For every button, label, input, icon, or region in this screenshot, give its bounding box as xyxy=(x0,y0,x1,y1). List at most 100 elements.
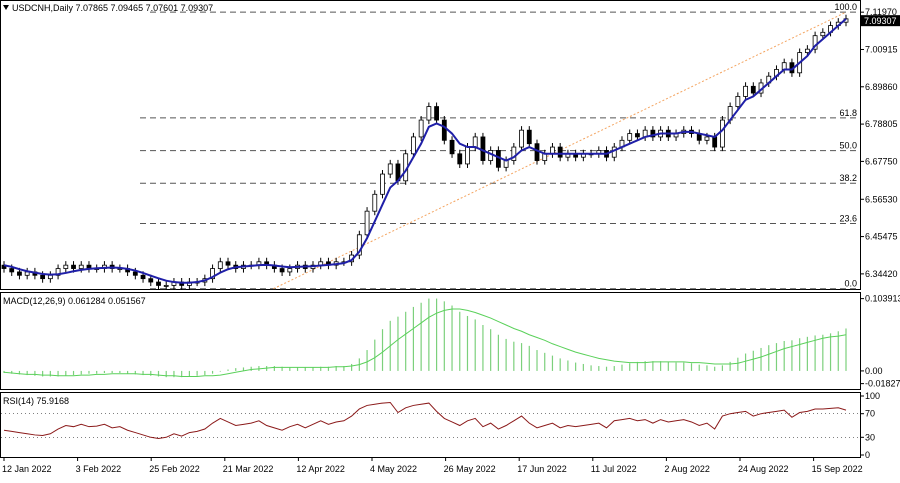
candle xyxy=(550,143,555,158)
candle xyxy=(526,126,532,148)
candle xyxy=(696,129,702,145)
chart-window: 100.0 61.8 50.0 38.2 23.6 0.0 7.11970 7.00915 6… xyxy=(0,0,900,478)
candle xyxy=(580,149,586,162)
rsi-axis: 100 70 30 0 xyxy=(860,391,880,460)
date-tick-label: 11 Jul 2022 xyxy=(591,464,637,474)
candle xyxy=(380,170,385,199)
current-price-label: 7.09307 xyxy=(864,16,897,26)
candle xyxy=(372,190,378,216)
candle xyxy=(179,277,185,290)
price-tick-label: 6.67750 xyxy=(865,156,898,166)
candle xyxy=(743,82,748,101)
candle-body xyxy=(712,136,718,148)
candle-body xyxy=(542,153,548,161)
candle xyxy=(55,264,61,280)
candle xyxy=(441,116,447,145)
date-tick-label: 24 Aug 2022 xyxy=(738,464,789,474)
candle-body xyxy=(279,268,285,273)
candles xyxy=(1,14,849,290)
fib-level-label: 0.0 xyxy=(844,279,857,289)
date-tick-label: 25 Feb 2022 xyxy=(149,464,200,474)
chart-canvas: 100.061.850.038.223.60.0 7.119707.009156… xyxy=(0,0,900,474)
candle-body xyxy=(704,136,710,141)
date-tick-label: 21 Mar 2022 xyxy=(223,464,274,474)
candle-body xyxy=(156,281,161,286)
candle-body xyxy=(434,106,439,121)
rsi-label: RSI(14) 75.9168 xyxy=(3,396,69,406)
candle-body xyxy=(78,264,84,269)
date-tick-label: 26 May 2022 xyxy=(444,464,496,474)
candle xyxy=(186,277,192,290)
candle-body xyxy=(465,146,470,165)
macd-panel-border xyxy=(0,292,861,390)
candle xyxy=(596,146,602,158)
candle-body xyxy=(426,106,432,121)
candle-body xyxy=(557,146,563,158)
candle-body xyxy=(735,96,741,107)
candle-body xyxy=(225,261,231,266)
candle xyxy=(210,264,215,283)
price-tick-label: 6.89860 xyxy=(865,82,898,92)
macd-label: MACD(12,26,9) 0.061284 0.051567 xyxy=(3,296,146,306)
candle xyxy=(356,230,362,260)
fib-level-label: 100.0 xyxy=(834,2,857,12)
candle-body xyxy=(148,278,154,283)
date-tick-label: 4 May 2022 xyxy=(370,464,417,474)
candle-body xyxy=(720,119,725,148)
price-tick-label: 6.45475 xyxy=(865,232,898,242)
candle xyxy=(47,271,53,283)
candle-body xyxy=(47,274,53,280)
fib-level-label: 61.8 xyxy=(839,108,857,118)
candle xyxy=(503,156,509,172)
candle-body xyxy=(71,264,76,269)
candle xyxy=(86,261,92,273)
macd-histogram xyxy=(3,298,847,378)
symbol-info: USDCNH,Daily 7.07865 7.09465 7.07601 7.0… xyxy=(12,3,213,13)
price-tick-label: 6.56530 xyxy=(865,194,898,204)
candle xyxy=(511,143,517,165)
candle xyxy=(217,257,223,273)
candle xyxy=(418,116,424,141)
date-tick-label: 12 Jan 2022 xyxy=(2,464,52,474)
candle xyxy=(519,126,524,152)
price-axis: 7.119707.009156.898606.788056.677506.565… xyxy=(860,7,898,279)
current-price-tag: 7.09307 xyxy=(861,15,900,26)
price-tick-label: 6.34420 xyxy=(865,269,898,279)
rsi-panel-border xyxy=(0,392,861,458)
candle-body xyxy=(40,274,46,280)
candle-body xyxy=(743,85,748,97)
candle xyxy=(673,129,679,141)
rsi-level-lines xyxy=(1,413,860,438)
candle xyxy=(642,126,648,141)
candle-body xyxy=(411,136,416,155)
macd-axis: 0.103913 0.00 -0.018278 xyxy=(860,294,900,389)
candle-body xyxy=(449,139,455,155)
candle xyxy=(63,261,69,273)
candle xyxy=(387,159,393,179)
candle-body xyxy=(372,193,378,212)
fib-level-label: 23.6 xyxy=(839,214,857,224)
price-tick-label: 7.00915 xyxy=(865,44,898,54)
candle xyxy=(619,136,625,152)
candle-body xyxy=(750,85,756,94)
candle xyxy=(318,257,324,270)
candle xyxy=(573,149,579,162)
candle xyxy=(812,31,818,54)
candle-body xyxy=(441,119,447,141)
date-tick-label: 17 Jun 2022 xyxy=(517,464,567,474)
price-panel-border xyxy=(0,0,861,290)
candle-body xyxy=(526,129,532,145)
dropdown-triangle-icon[interactable] xyxy=(3,5,9,10)
candle-body xyxy=(132,271,138,276)
fib-level-label: 38.2 xyxy=(839,173,857,183)
rsi-tick-label: 70 xyxy=(865,409,875,419)
candle-body xyxy=(163,285,169,287)
symbol-header: USDCNH,Daily 7.07865 7.09465 7.07601 7.0… xyxy=(3,3,213,13)
macd-tick-label: 0.103913 xyxy=(865,294,900,304)
rsi-tick-label: 0 xyxy=(865,450,870,460)
candle xyxy=(256,257,262,270)
candle-body xyxy=(418,119,424,138)
candle-body xyxy=(17,271,22,276)
candle xyxy=(542,149,548,165)
date-tick-label: 2 Aug 2022 xyxy=(664,464,710,474)
